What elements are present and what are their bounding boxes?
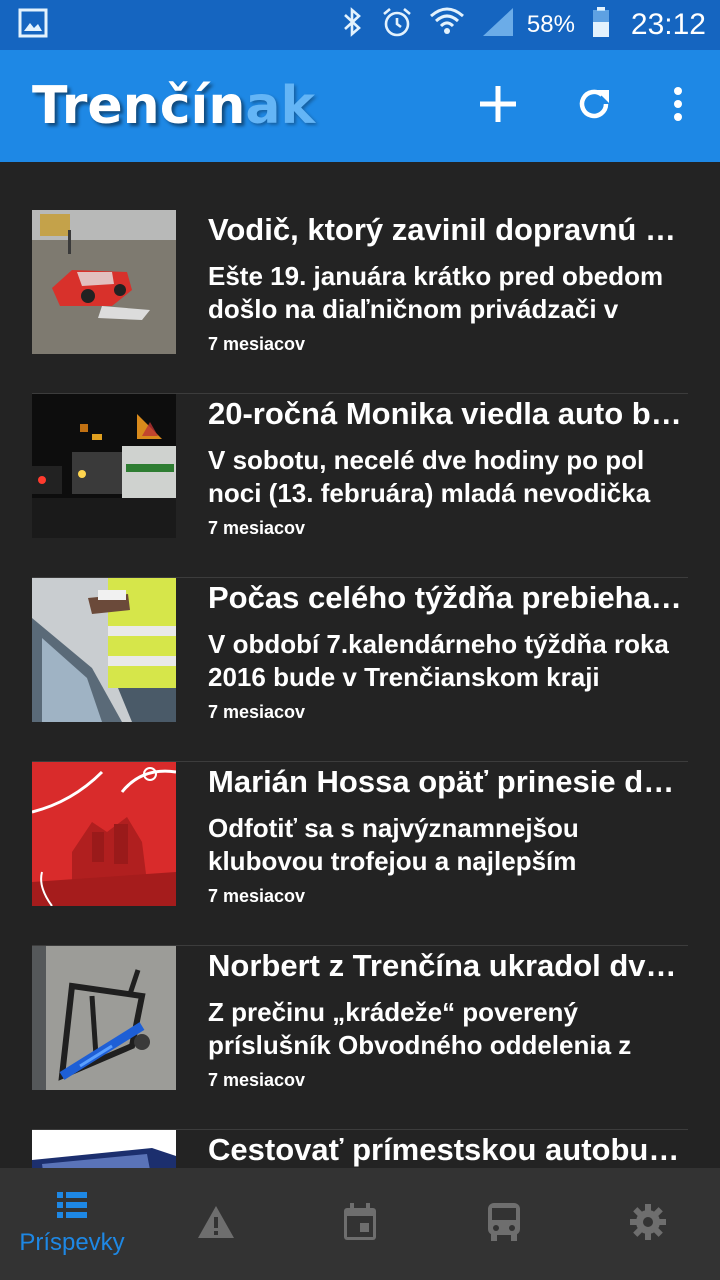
post-thumbnail-night-police [32, 394, 176, 538]
post-age: 7 mesiacov [208, 702, 306, 722]
post-title: Počas celého týždňa prebieha n… [208, 580, 688, 615]
post-thumbnail-red-poster [32, 762, 176, 906]
logo-faded-text: ak [245, 76, 316, 136]
app-bar: Trenčínak [0, 50, 720, 162]
gallery-icon [18, 8, 48, 43]
signal-icon [481, 6, 515, 45]
post-title: 20-ročná Monika viedla auto bez… [208, 396, 688, 431]
add-button[interactable] [474, 82, 522, 130]
post-age: 7 mesiacov [208, 886, 306, 906]
wifi-icon [429, 6, 465, 45]
calendar-icon [343, 1202, 377, 1246]
post-excerpt: Odfotiť sa s najvýznamnejšou klubovou tr… [208, 813, 579, 876]
bus-icon [488, 1202, 520, 1246]
post-excerpt: V sobotu, necelé dve hodiny po pol noci … [208, 445, 651, 508]
post-title: Norbert z Trenčína ukradol dva… [208, 948, 688, 983]
post-item[interactable]: 20-ročná Monika viedla auto bez… V sobot… [32, 394, 688, 578]
tab-bus[interactable] [432, 1168, 576, 1280]
tab-calendar[interactable] [288, 1168, 432, 1280]
posts-icon [57, 1191, 87, 1223]
post-item[interactable]: Cestovať prímestskou autobus… [32, 1130, 688, 1168]
post-item[interactable]: Počas celého týždňa prebieha n… V období… [32, 578, 688, 762]
post-title: Marián Hossa opäť prinesie do… [208, 764, 688, 799]
add-icon [478, 84, 518, 129]
refresh-button[interactable] [570, 82, 618, 130]
post-thumbnail-crash-field [32, 210, 176, 354]
post-item[interactable]: Norbert z Trenčína ukradol dva… Z prečin… [32, 946, 688, 1130]
refresh-icon [576, 86, 612, 127]
bottom-navigation: Príspevky [0, 1168, 720, 1280]
app-logo: Trenčínak [32, 76, 315, 136]
post-age: 7 mesiacov [208, 518, 306, 538]
settings-icon [630, 1203, 666, 1245]
post-thumbnail-bus [32, 1130, 176, 1168]
posts-list[interactable]: Vodič, ktorý zavinil dopravnú nehodu… Eš… [0, 162, 720, 1168]
logo-main-text: Trenčín [32, 76, 246, 136]
alarm-icon [381, 6, 413, 45]
battery-percent: 58% [526, 11, 575, 38]
post-item[interactable]: Marián Hossa opäť prinesie do… Odfotiť s… [32, 762, 688, 946]
more-vert-icon [672, 86, 684, 127]
bluetooth-icon [341, 6, 365, 45]
post-thumbnail-bike-frame [32, 946, 176, 1090]
warning-icon [197, 1205, 235, 1244]
battery-icon [591, 6, 611, 45]
post-age: 7 mesiacov [208, 1070, 306, 1090]
post-title: Cestovať prímestskou autobus… [208, 1132, 688, 1167]
clock: 23:12 [630, 8, 706, 41]
post-excerpt: V období 7.kalendárneho týždňa roka 2016… [208, 629, 669, 692]
tab-settings[interactable] [576, 1168, 720, 1280]
post-excerpt: Z prečinu „krádeže“ poverený príslušník … [208, 997, 632, 1060]
post-thumbnail-police-check [32, 578, 176, 722]
status-bar: 58% 23:12 [0, 0, 720, 50]
tab-alerts[interactable] [144, 1168, 288, 1280]
post-excerpt: Ešte 19. januára krátko pred obedom došl… [208, 261, 664, 324]
post-title: Vodič, ktorý zavinil dopravnú nehodu… [208, 212, 688, 247]
tab-posts-label: Príspevky [19, 1228, 125, 1256]
tab-posts[interactable]: Príspevky [0, 1168, 144, 1280]
post-age: 7 mesiacov [208, 334, 306, 354]
more-options-button[interactable] [666, 82, 690, 130]
post-item[interactable]: Vodič, ktorý zavinil dopravnú nehodu… Eš… [32, 210, 688, 394]
